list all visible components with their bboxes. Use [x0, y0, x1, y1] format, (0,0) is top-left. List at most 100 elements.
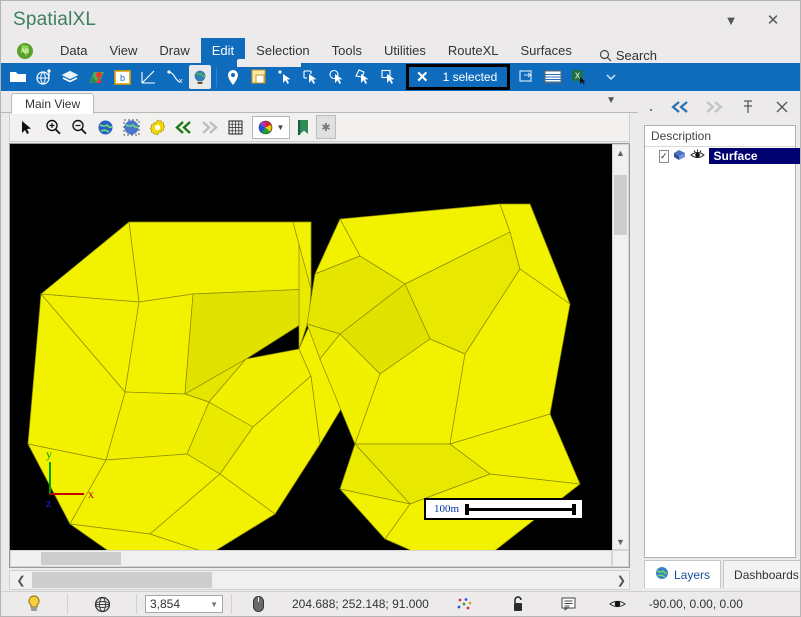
forward-icon[interactable] [196, 115, 222, 139]
map-canvas[interactable]: y x z 100m [10, 144, 612, 550]
layers-panel-toolbar [640, 91, 800, 123]
boundary-icon[interactable]: b [111, 65, 133, 89]
mouse-icon [232, 592, 284, 617]
status-bar: 3,854 ▼ 204.688; 252.148; 91.000 -90.00,… [1, 591, 800, 616]
wireframe-globe-icon[interactable] [68, 592, 136, 617]
chevron-down-icon[interactable]: ▼ [606, 95, 616, 106]
table-view-icon[interactable] [542, 65, 564, 89]
eye-icon[interactable] [689, 149, 705, 164]
pointer-icon[interactable] [14, 115, 40, 139]
view-pane: Main View ▼ ▼ ✱ y x z 100m ▲ ▼ ❮ ❯ [1, 91, 638, 590]
globe-icon[interactable] [92, 115, 118, 139]
lightbulb-icon[interactable] [1, 592, 67, 617]
view-tab-row: Main View ▼ [1, 91, 638, 114]
layers-panel: Description ✓ Surface Layers Dashboards [640, 91, 800, 590]
layer-name-label[interactable]: Surface [708, 148, 800, 164]
menu-item-utilities[interactable]: Utilities [373, 38, 437, 63]
clear-selection-icon[interactable]: ✕ [409, 70, 435, 85]
application-window: SpatialXL ▼ ✕ AB Data View Draw Edit Sel… [0, 0, 801, 617]
menu-item-view[interactable]: View [98, 38, 148, 63]
location-pin-icon[interactable] [222, 65, 244, 89]
layers-icon[interactable] [59, 65, 81, 89]
scale-bar-label: 100m [434, 503, 460, 515]
surface-triangulation [10, 144, 612, 550]
tab-main-view[interactable]: Main View [11, 93, 95, 114]
globe-select-icon[interactable] [118, 115, 144, 139]
main-toolbar: b x ✕ 1 selected X [1, 59, 800, 91]
vertical-scroll-thumb[interactable] [614, 175, 627, 235]
scale-bar-graphic [465, 504, 576, 515]
palette-icon[interactable]: ▼ [252, 115, 290, 139]
coordinates-value: 204.688; 252.148; 91.000 [292, 597, 429, 611]
select-poly-icon[interactable] [378, 65, 400, 89]
scale-bar: 100m [424, 498, 584, 520]
settings-gear-icon[interactable] [144, 115, 170, 139]
select-arrow-icon[interactable] [274, 65, 296, 89]
zoom-out-icon[interactable] [66, 115, 92, 139]
select-lasso-icon[interactable] [352, 65, 374, 89]
tab-dashboards-label: Dashboards [734, 567, 799, 582]
search-label: Search [615, 48, 658, 63]
tab-dashboards[interactable]: Dashboards [723, 560, 800, 588]
pane-scroll-strip[interactable]: ❮ ❯ [9, 570, 630, 590]
toolbar-overflow-chevron-down-icon[interactable] [600, 65, 622, 89]
duplicate-window-icon[interactable] [516, 65, 538, 89]
svg-text:AB: AB [21, 49, 29, 55]
scroll-down-icon[interactable]: ▼ [613, 534, 628, 549]
map-canvas-frame: y x z 100m ▲ ▼ [9, 143, 630, 568]
horizontal-scroll-thumb[interactable] [41, 552, 121, 565]
zoom-in-icon[interactable] [40, 115, 66, 139]
canvas-vertical-scrollbar[interactable]: ▲ ▼ [612, 144, 629, 550]
snap-dots-icon[interactable] [437, 592, 493, 617]
eye-icon[interactable] [595, 592, 641, 617]
unlock-icon[interactable] [493, 592, 543, 617]
menu-item-data[interactable]: Data [49, 38, 98, 63]
close-icon[interactable]: ✕ [760, 9, 786, 31]
grid-icon[interactable] [222, 115, 248, 139]
globe-stand-icon[interactable] [189, 65, 211, 89]
menu-item-tools[interactable]: Tools [321, 38, 373, 63]
chevron-down-icon[interactable]: ▼ [210, 600, 218, 609]
toolbar-separator [216, 67, 217, 87]
view-toolbar: ▼ ✱ [9, 113, 630, 142]
measure-angle-icon[interactable] [137, 65, 159, 89]
close-icon[interactable] [772, 97, 792, 117]
menu-item-surfaces[interactable]: Surfaces [510, 38, 583, 63]
open-folder-icon[interactable] [7, 65, 29, 89]
menu-item-routexl[interactable]: RouteXL [437, 38, 510, 63]
select-circle-icon[interactable] [326, 65, 348, 89]
search-icon [599, 49, 612, 62]
svg-text:z: z [46, 496, 51, 510]
tab-layers[interactable]: Layers [644, 560, 722, 588]
excel-export-icon[interactable]: X [568, 65, 590, 89]
selection-status-highlight[interactable]: ✕ 1 selected [406, 64, 511, 90]
note-icon[interactable] [543, 592, 595, 617]
list-item[interactable]: ✓ Surface [645, 147, 800, 165]
layer-visible-checkbox[interactable]: ✓ [659, 149, 669, 163]
map-marker-icon[interactable] [85, 65, 107, 89]
forward-icon[interactable] [704, 97, 724, 117]
back-icon[interactable] [670, 97, 690, 117]
bookmark-icon[interactable] [290, 115, 316, 139]
search-box[interactable]: Search [599, 48, 657, 63]
pane-scroll-thumb[interactable] [32, 572, 212, 588]
snap-point-icon[interactable]: x [163, 65, 185, 89]
zoom-combo[interactable]: 3,854 ▼ [145, 595, 223, 613]
canvas-horizontal-scrollbar[interactable] [10, 550, 612, 567]
menu-item-draw[interactable]: Draw [148, 38, 200, 63]
rewind-icon[interactable] [170, 115, 196, 139]
pin-icon[interactable] [738, 97, 758, 117]
svg-text:x: x [179, 78, 183, 85]
select-rect-icon[interactable] [300, 65, 322, 89]
africa-globe-icon[interactable]: AB [1, 38, 49, 63]
window-copy-icon[interactable] [248, 65, 270, 89]
scroll-up-icon[interactable]: ▲ [613, 145, 628, 160]
star-icon[interactable]: ✱ [316, 115, 336, 139]
globe-pin-icon[interactable] [33, 65, 55, 89]
scroll-right-icon[interactable]: ❯ [617, 574, 626, 587]
scroll-left-icon[interactable]: ❮ [10, 574, 32, 587]
orientation-readout: -90.00, 0.00, 0.00 [641, 592, 751, 617]
chevron-down-icon[interactable]: ▼ [718, 9, 744, 31]
zoom-scale-control[interactable]: 3,854 ▼ [137, 592, 231, 617]
selected-count-label: 1 selected [442, 70, 498, 84]
